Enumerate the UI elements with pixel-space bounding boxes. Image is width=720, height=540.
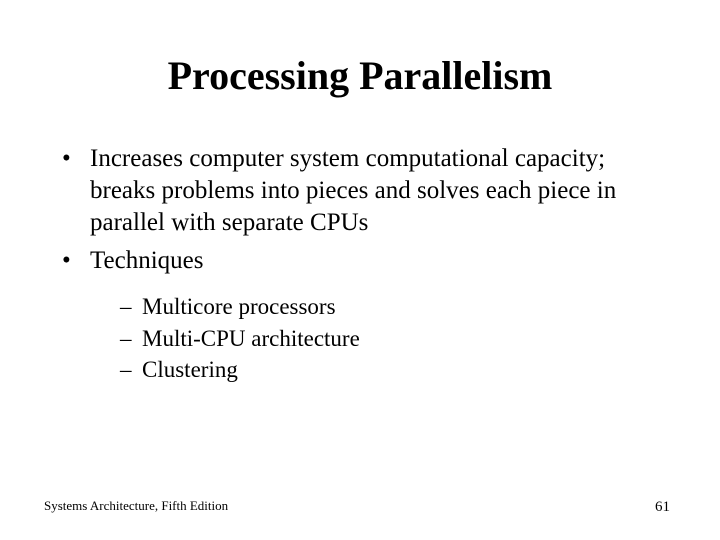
sub-bullet-item: Multi-CPU architecture — [120, 323, 672, 355]
sub-bullet-text: Clustering — [142, 357, 238, 382]
sub-bullet-item: Multicore processors — [120, 291, 672, 323]
bullet-item: Techniques Multicore processors Multi-CP… — [62, 245, 672, 386]
bullet-item: Increases computer system computational … — [62, 143, 672, 239]
sub-bullet-item: Clustering — [120, 354, 672, 386]
bullet-text: Increases computer system computational … — [90, 145, 616, 236]
slide-title: Processing Parallelism — [48, 52, 672, 99]
sub-bullet-list: Multicore processors Multi-CPU architect… — [90, 291, 672, 386]
page-number: 61 — [655, 499, 670, 516]
bullet-list: Increases computer system computational … — [48, 143, 672, 386]
bullet-text: Techniques — [90, 247, 204, 274]
footer-source: Systems Architecture, Fifth Edition — [44, 498, 228, 514]
sub-bullet-text: Multicore processors — [142, 294, 336, 319]
sub-bullet-text: Multi-CPU architecture — [142, 326, 360, 351]
slide: Processing Parallelism Increases compute… — [0, 0, 720, 540]
